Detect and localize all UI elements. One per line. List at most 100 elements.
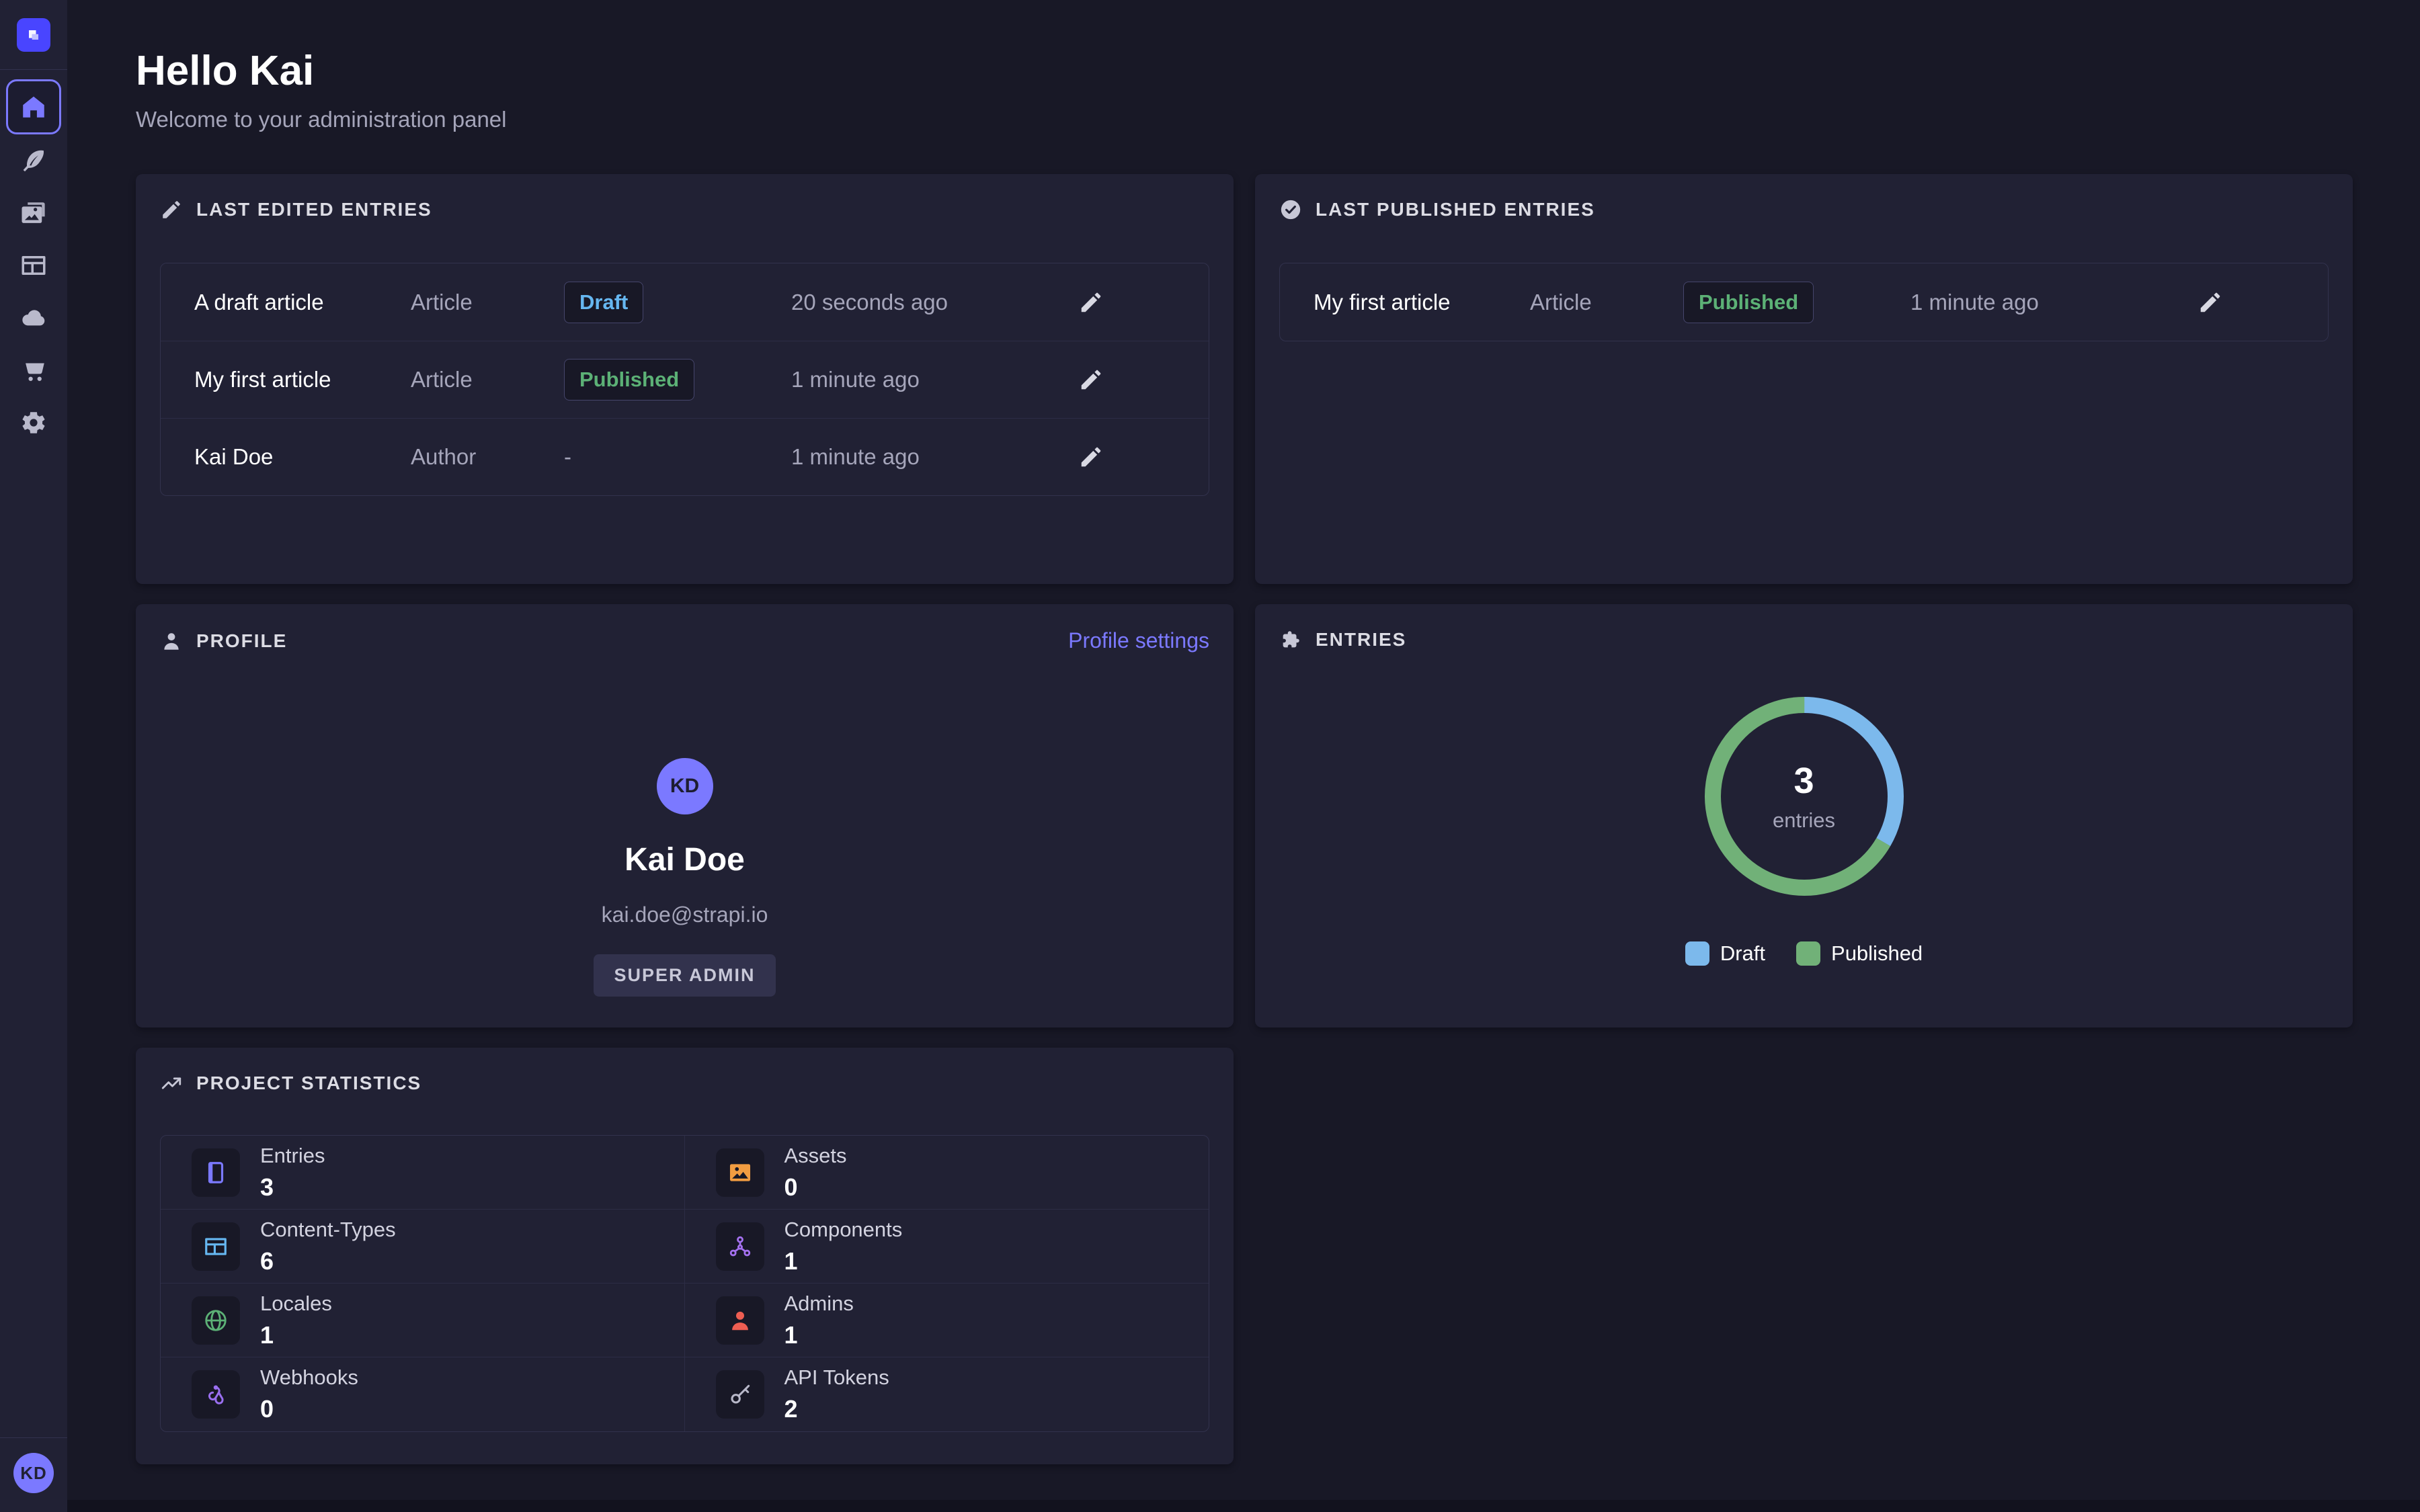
entry-name: My first article [194, 367, 411, 392]
picture-icon [727, 1160, 753, 1185]
last-published-card: LAST PUBLISHED ENTRIES My first article … [1255, 174, 2353, 584]
status-badge: Published [1683, 282, 1814, 323]
feather-icon [19, 146, 48, 175]
entry-type: Article [411, 367, 564, 392]
entry-type: Author [411, 444, 564, 470]
edit-entry-button[interactable] [1078, 444, 1202, 470]
stat-value: 0 [784, 1173, 847, 1202]
stat-value: 1 [784, 1321, 854, 1349]
page-subtitle: Welcome to your administration panel [136, 107, 2353, 132]
pencil-icon [1078, 444, 1104, 470]
user-icon [160, 630, 183, 653]
sidebar-nav [6, 79, 61, 449]
edit-entry-button[interactable] [1078, 367, 1202, 392]
sidebar-bottom: KD [0, 1437, 67, 1512]
stat-label: Admins [784, 1292, 854, 1316]
legend-label: Published [1831, 941, 1923, 966]
entry-time: 1 minute ago [791, 367, 1078, 392]
legend-item-published: Published [1796, 941, 1923, 966]
check-circle-icon [1279, 198, 1302, 221]
stat-components: Components 1 [685, 1210, 1209, 1284]
sidebar-item-settings[interactable] [6, 395, 61, 450]
entry-time: 1 minute ago [1910, 290, 2197, 315]
trend-up-icon [160, 1072, 183, 1095]
logo-area [0, 0, 67, 70]
edit-entry-button[interactable] [2197, 290, 2321, 315]
edit-entry-button[interactable] [1078, 290, 1202, 315]
stat-content-types: Content-Types 6 [161, 1210, 685, 1284]
strapi-logo-icon [24, 26, 43, 44]
stat-value: 3 [260, 1173, 325, 1202]
layout-icon [19, 251, 48, 280]
viewport-edge [67, 1500, 2420, 1512]
stat-locales: Locales 1 [161, 1284, 685, 1357]
entries-total-label: entries [1773, 808, 1835, 833]
profile-name: Kai Doe [624, 841, 745, 878]
entry-name: Kai Doe [194, 444, 411, 470]
profile-settings-link[interactable]: Profile settings [1068, 628, 1209, 653]
entry-name: A draft article [194, 290, 411, 315]
stat-value: 1 [260, 1321, 332, 1349]
chart-legend: Draft Published [1685, 941, 1923, 966]
key-icon [727, 1382, 753, 1407]
stat-label: Content-Types [260, 1218, 396, 1242]
status-empty: - [564, 444, 791, 470]
sidebar-item-home[interactable] [6, 79, 61, 134]
draft-swatch [1685, 941, 1709, 966]
last-edited-card: LAST EDITED ENTRIES A draft article Arti… [136, 174, 1234, 584]
sidebar-item-marketplace[interactable] [6, 343, 61, 398]
user-avatar[interactable]: KD [13, 1453, 54, 1493]
layout-icon [203, 1234, 229, 1259]
pencil-icon [1078, 290, 1104, 315]
stat-entries: Entries 3 [161, 1136, 685, 1210]
images-icon [19, 199, 48, 227]
status-badge: Published [564, 359, 694, 401]
avatar: KD [657, 758, 713, 814]
sidebar-divider [0, 1437, 67, 1438]
stat-label: Webhooks [260, 1366, 358, 1390]
cart-icon [19, 356, 48, 384]
legend-label: Draft [1720, 941, 1765, 966]
profile-card: PROFILE Profile settings KD Kai Doe kai.… [136, 604, 1234, 1027]
entry-time: 20 seconds ago [791, 290, 1078, 315]
published-swatch [1796, 941, 1820, 966]
pencil-icon [2197, 290, 2223, 315]
stat-admins: Admins 1 [685, 1284, 1209, 1357]
stat-api-tokens: API Tokens 2 [685, 1357, 1209, 1431]
stats-table: Entries 3 Assets 0 [160, 1135, 1209, 1432]
card-title: PROJECT STATISTICS [196, 1073, 421, 1094]
webhook-icon [203, 1382, 229, 1407]
main-content: Hello Kai Welcome to your administration… [67, 0, 2420, 1512]
strapi-logo[interactable] [17, 18, 50, 52]
sidebar-item-media-library[interactable] [6, 185, 61, 241]
stat-value: 2 [784, 1395, 889, 1423]
puzzle-icon [1279, 628, 1302, 651]
entry-name: My first article [1314, 290, 1530, 315]
pencil-icon [160, 198, 183, 221]
entries-total: 3 [1793, 760, 1814, 802]
sidebar-item-content-manager[interactable] [6, 133, 61, 188]
stat-webhooks: Webhooks 0 [161, 1357, 685, 1431]
status-badge: Draft [564, 282, 643, 323]
last-published-table: My first article Article Published 1 min… [1279, 263, 2329, 341]
card-title: LAST EDITED ENTRIES [196, 199, 432, 220]
sidebar-item-cloud[interactable] [6, 290, 61, 345]
card-title: PROFILE [196, 630, 287, 652]
stat-label: Components [784, 1218, 903, 1242]
book-icon [203, 1160, 229, 1185]
stat-assets: Assets 0 [685, 1136, 1209, 1210]
person-icon [727, 1308, 753, 1333]
entry-type: Article [411, 290, 564, 315]
globe-icon [203, 1308, 229, 1333]
entry-time: 1 minute ago [791, 444, 1078, 470]
stat-value: 1 [784, 1247, 903, 1275]
project-statistics-card: PROJECT STATISTICS Entries 3 [136, 1048, 1234, 1464]
stat-label: Assets [784, 1144, 847, 1168]
molecule-icon [727, 1234, 753, 1259]
entry-type: Article [1530, 290, 1683, 315]
role-badge: SUPER ADMIN [594, 954, 775, 997]
table-row: My first article Article Published 1 min… [161, 341, 1209, 418]
pencil-icon [1078, 367, 1104, 392]
sidebar-item-content-type-builder[interactable] [6, 238, 61, 293]
dashboard-grid: LAST EDITED ENTRIES A draft article Arti… [136, 174, 2353, 1464]
